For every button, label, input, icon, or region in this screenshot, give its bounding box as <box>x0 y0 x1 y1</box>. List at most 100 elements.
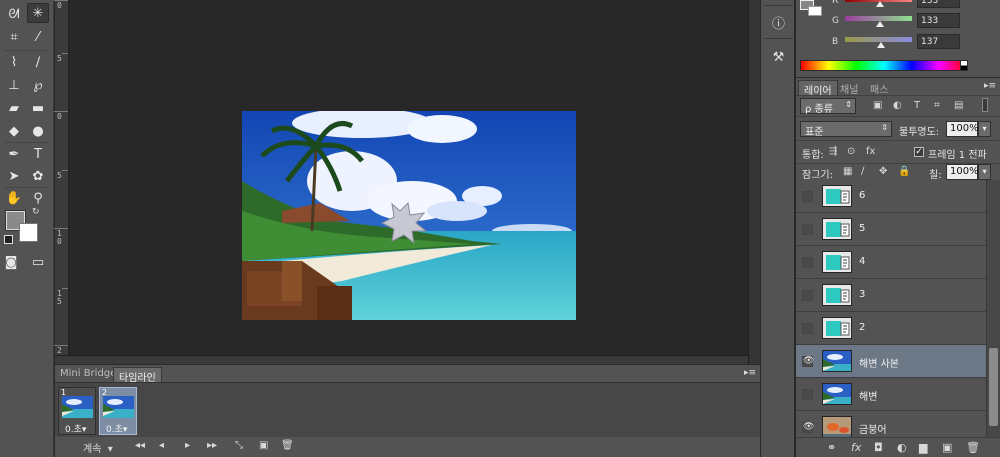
gradient-icon[interactable]: ▬ <box>27 98 49 118</box>
timeline-menu-icon[interactable]: ▸≡ <box>744 368 756 378</box>
adjustment-icon[interactable]: ◐ <box>897 441 907 454</box>
delete-frame-icon[interactable]: 🗑 <box>281 440 294 451</box>
opacity-input[interactable]: 100% <box>946 121 979 137</box>
screen-mode-icon[interactable]: ▭ <box>27 252 49 272</box>
custom-shape-icon[interactable]: ✿ <box>27 166 49 186</box>
layer-row-5[interactable]: 5 <box>796 213 986 246</box>
canvas-horizontal-scrollbar[interactable] <box>55 355 760 364</box>
unify-style-icon[interactable]: fx <box>866 146 875 157</box>
path-selection-icon[interactable]: ➤ <box>3 166 25 186</box>
color-background-swatch[interactable] <box>808 6 822 16</box>
fill-input[interactable]: 100% <box>946 164 979 180</box>
red-channel-value[interactable]: 133 <box>917 0 960 8</box>
color-spectrum[interactable] <box>800 60 968 71</box>
background-color-swatch[interactable] <box>19 223 38 242</box>
quick-mask-icon[interactable]: ◙ <box>0 252 22 272</box>
clone-stamp-icon[interactable]: ⊥ <box>3 75 25 95</box>
tool-presets-icon[interactable]: ⚒ <box>766 46 791 68</box>
type-icon[interactable]: T <box>27 144 49 164</box>
history-brush-icon[interactable]: ℘ <box>27 75 49 95</box>
type-filter-icon[interactable]: T <box>914 100 920 111</box>
visibility-toggle[interactable] <box>802 290 813 301</box>
tab-layers[interactable]: 레이어 <box>798 80 838 97</box>
group-icon[interactable]: ▆ <box>919 441 927 454</box>
adjustment-filter-icon[interactable]: ◐ <box>893 100 902 111</box>
dodge-icon[interactable]: ● <box>27 121 49 141</box>
tab-paths[interactable]: 패스 <box>865 80 893 96</box>
black-white-swatch[interactable] <box>960 60 968 71</box>
tween-icon[interactable]: ⤡ <box>235 440 243 451</box>
visibility-toggle[interactable]: 👁 <box>802 422 814 433</box>
fill-dropdown[interactable]: ▾ <box>978 164 991 180</box>
layers-scrollbar[interactable] <box>986 180 1000 437</box>
tab-channels[interactable]: 채널 <box>835 80 863 96</box>
unify-position-icon[interactable]: ⇶ <box>829 146 837 157</box>
layer-row-6[interactable]: 6 <box>796 180 986 213</box>
propagate-frame-checkbox[interactable]: ✓ <box>914 147 924 157</box>
hand-icon[interactable]: ✋ <box>3 188 25 208</box>
default-colors-icon[interactable] <box>4 235 13 244</box>
lock-all-icon[interactable]: 🔒 <box>898 166 910 177</box>
duplicate-frame-icon[interactable]: ▣ <box>259 440 268 451</box>
visibility-toggle[interactable] <box>802 323 813 334</box>
filter-toggle[interactable] <box>982 98 988 112</box>
layers-scrollbar-thumb[interactable] <box>989 348 998 426</box>
new-layer-icon[interactable]: ▣ <box>942 441 952 454</box>
visibility-toggle[interactable]: 👁 <box>802 356 814 367</box>
lock-transparent-icon[interactable]: ▦ <box>843 166 852 177</box>
fx-icon[interactable]: fx <box>851 441 861 454</box>
blend-mode-select[interactable]: 표준 ⇕ <box>800 121 892 138</box>
link-icon[interactable]: ⚭ <box>827 441 836 454</box>
shape-filter-icon[interactable]: ⌗ <box>934 100 940 111</box>
smart-object-filter-icon[interactable]: ▤ <box>954 100 963 111</box>
opacity-dropdown[interactable]: ▾ <box>978 121 991 137</box>
green-channel-thumb[interactable] <box>875 21 884 27</box>
visibility-toggle[interactable] <box>802 224 813 235</box>
green-channel-value[interactable]: 133 <box>917 13 960 28</box>
layer-row-2[interactable]: 2 <box>796 312 986 345</box>
beach-photo[interactable] <box>242 111 576 320</box>
healing-brush-icon[interactable]: ⌇ <box>3 52 25 72</box>
first-frame-button[interactable]: ◂◂ <box>135 440 145 451</box>
tab-mini-bridge[interactable]: Mini Bridge <box>55 367 121 382</box>
layer-row-4[interactable]: 4 <box>796 246 986 279</box>
blue-channel-value[interactable]: 137 <box>917 34 960 49</box>
visibility-toggle[interactable] <box>802 257 813 268</box>
tab-timeline[interactable]: 타임라인 <box>113 367 162 384</box>
info-icon[interactable]: ⓘ <box>766 11 791 33</box>
crop-icon[interactable]: ⌗ <box>3 27 25 47</box>
mask-icon[interactable]: ◘ <box>874 441 883 454</box>
brush-icon[interactable]: ∕ <box>27 52 49 72</box>
document-canvas[interactable] <box>70 0 748 355</box>
blue-channel-thumb[interactable] <box>877 42 886 48</box>
lasso-icon[interactable]: ᘛ <box>3 4 25 24</box>
layers-menu-icon[interactable]: ▸≡ <box>984 81 996 91</box>
animation-frame-1[interactable]: 1 0.초▾ <box>58 387 96 435</box>
next-frame-button[interactable]: ▸▸ <box>207 440 217 451</box>
layer-row-goldfish[interactable]: 👁 금붕어 <box>796 411 986 437</box>
loop-select[interactable]: 계속 ▾ <box>83 440 113 455</box>
swap-colors-icon[interactable]: ↻ <box>32 207 40 217</box>
pen-icon[interactable]: ✒ <box>3 144 25 164</box>
eyedropper-icon[interactable]: ⁄ <box>27 27 49 47</box>
visibility-toggle[interactable] <box>802 389 813 400</box>
layer-row-3[interactable]: 3 <box>796 279 986 312</box>
previous-frame-button[interactable]: ◂ <box>159 440 164 451</box>
lock-image-icon[interactable]: ∕ <box>861 166 864 177</box>
pixel-filter-icon[interactable]: ▣ <box>873 100 882 111</box>
layer-filter-select[interactable]: ρ 종류 ⇕ <box>800 98 856 115</box>
visibility-toggle[interactable] <box>802 191 813 202</box>
frame-delay[interactable]: 0.초▾ <box>106 422 127 435</box>
magic-wand-icon[interactable]: ✳ <box>27 3 49 23</box>
zoom-icon[interactable]: ⚲ <box>27 188 49 208</box>
eraser-icon[interactable]: ▰ <box>3 98 25 118</box>
blur-icon[interactable]: ◆ <box>3 121 25 141</box>
lock-position-icon[interactable]: ✥ <box>879 166 887 177</box>
unify-visibility-icon[interactable]: ⊙ <box>847 146 855 157</box>
red-channel-thumb[interactable] <box>875 1 884 7</box>
animation-frame-2[interactable]: 2 0.초▾ <box>99 387 137 435</box>
play-button[interactable]: ▸ <box>185 440 190 451</box>
canvas-vertical-scrollbar[interactable] <box>748 0 760 364</box>
delete-icon[interactable]: 🗑 <box>966 441 980 454</box>
layer-row-beach[interactable]: 해변 <box>796 378 986 411</box>
